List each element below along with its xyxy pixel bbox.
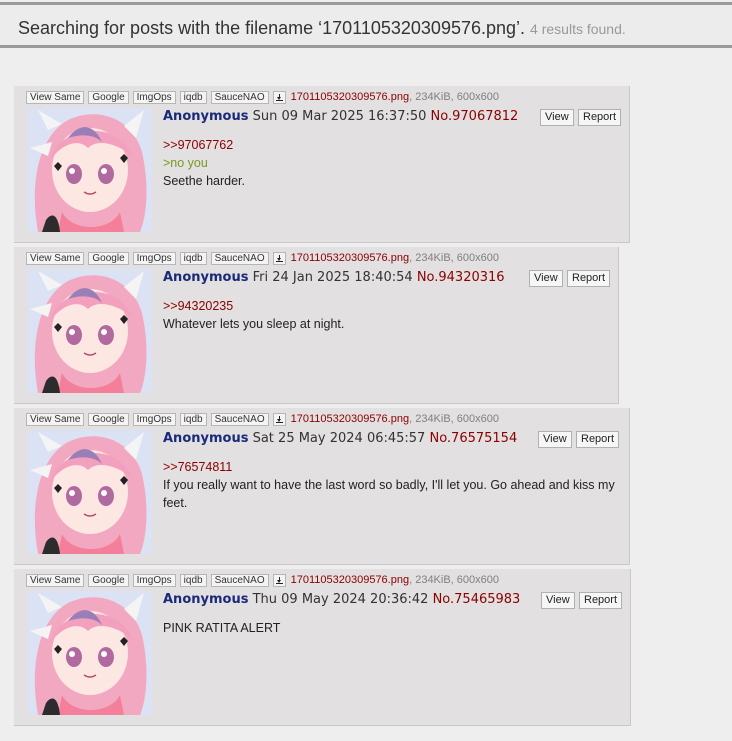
- reply-link[interactable]: >>94320235: [163, 297, 344, 315]
- iqdb-link[interactable]: iqdb: [179, 413, 207, 426]
- greentext: >no you: [163, 156, 208, 170]
- post-body: >>97067762 >no you Seethe harder.: [163, 136, 245, 190]
- view-same-link[interactable]: View Same: [26, 574, 85, 587]
- iqdb-link[interactable]: iqdb: [179, 574, 207, 587]
- post-body: PINK RATITA ALERT: [163, 619, 280, 637]
- saucenao-link[interactable]: SauceNAO: [210, 91, 269, 104]
- poster-name: Anonymous: [163, 592, 249, 607]
- report-button[interactable]: Report: [576, 431, 620, 448]
- download-icon[interactable]: [272, 252, 286, 265]
- view-same-link[interactable]: View Same: [26, 413, 85, 426]
- saucenao-link[interactable]: SauceNAO: [210, 413, 269, 426]
- filename-link[interactable]: 1701105320309576.png: [291, 91, 409, 103]
- download-icon[interactable]: [272, 91, 286, 104]
- file-info-bar: View Same Google ImgOps iqdb SauceNAO 1701105…: [26, 574, 499, 588]
- report-button[interactable]: Report: [579, 592, 623, 609]
- download-icon[interactable]: [272, 574, 286, 587]
- post-body: >>94320235 Whatever lets you sleep at ni…: [163, 297, 344, 333]
- file-meta: , 234KiB, 600x600: [409, 413, 499, 425]
- file-info-bar: View Same Google ImgOps iqdb SauceNAO 1701105…: [26, 252, 499, 266]
- file-info-bar: View Same Google ImgOps iqdb SauceNAO 1701105…: [26, 91, 499, 105]
- poster-name: Anonymous: [163, 270, 249, 285]
- saucenao-link[interactable]: SauceNAO: [210, 574, 269, 587]
- file-info-bar: View Same Google ImgOps iqdb SauceNAO 1701105…: [26, 413, 499, 427]
- google-link[interactable]: Google: [88, 574, 129, 587]
- view-button[interactable]: View: [538, 431, 572, 448]
- post-thumbnail[interactable]: [28, 108, 152, 232]
- saucenao-link[interactable]: SauceNAO: [210, 252, 269, 265]
- view-button[interactable]: View: [540, 109, 574, 126]
- post-number[interactable]: No.75465983: [433, 592, 521, 607]
- view-button[interactable]: View: [529, 270, 563, 287]
- file-meta: , 234KiB, 600x600: [409, 574, 499, 586]
- post-thumbnail[interactable]: [28, 269, 152, 393]
- post-thumbnail[interactable]: [28, 430, 152, 554]
- post-date: Sat 25 May 2024 06:45:57: [252, 431, 426, 446]
- report-button[interactable]: Report: [578, 109, 622, 126]
- results-count: 4 results found.: [530, 21, 626, 37]
- imgops-link[interactable]: ImgOps: [132, 413, 176, 426]
- search-header: Searching for posts with the filename ‘1…: [0, 2, 732, 48]
- post-number[interactable]: No.97067812: [431, 109, 519, 124]
- post-number[interactable]: No.94320316: [417, 270, 505, 285]
- view-same-link[interactable]: View Same: [26, 252, 85, 265]
- post-text: PINK RATITA ALERT: [163, 621, 281, 635]
- imgops-link[interactable]: ImgOps: [132, 91, 176, 104]
- post-text: Seethe harder.: [163, 174, 246, 188]
- post-header: Anonymous Sat 25 May 2024 06:45:57 No.76…: [163, 431, 517, 446]
- post: View Same Google ImgOps iqdb SauceNAO 1701105…: [14, 247, 619, 404]
- google-link[interactable]: Google: [88, 252, 129, 265]
- post-date: Sun 09 Mar 2025 16:37:50: [252, 109, 427, 124]
- poster-name: Anonymous: [163, 109, 249, 124]
- post-header: Anonymous Thu 09 May 2024 20:36:42 No.75…: [163, 592, 520, 607]
- post-text: Whatever lets you sleep at night.: [163, 317, 345, 331]
- filename-link[interactable]: 1701105320309576.png: [291, 252, 409, 264]
- file-meta: , 234KiB, 600x600: [409, 91, 499, 103]
- post-body: >>76574811 If you really want to have th…: [163, 458, 618, 512]
- poster-name: Anonymous: [163, 431, 249, 446]
- iqdb-link[interactable]: iqdb: [179, 252, 207, 265]
- post-date: Fri 24 Jan 2025 18:40:54: [252, 270, 413, 285]
- filename-link[interactable]: 1701105320309576.png: [291, 574, 409, 586]
- search-summary: Searching for posts with the filename ‘1…: [18, 18, 626, 39]
- file-meta: , 234KiB, 600x600: [409, 252, 499, 264]
- google-link[interactable]: Google: [88, 91, 129, 104]
- view-same-link[interactable]: View Same: [26, 91, 85, 104]
- post: View Same Google ImgOps iqdb SauceNAO 1701105…: [14, 86, 630, 243]
- post-date: Thu 09 May 2024 20:36:42: [252, 592, 429, 607]
- post: View Same Google ImgOps iqdb SauceNAO 1701105…: [14, 569, 631, 726]
- download-icon[interactable]: [272, 413, 286, 426]
- imgops-link[interactable]: ImgOps: [132, 574, 176, 587]
- post-number[interactable]: No.76575154: [429, 431, 517, 446]
- post: View Same Google ImgOps iqdb SauceNAO 1701105…: [14, 408, 630, 565]
- view-button[interactable]: View: [541, 592, 575, 609]
- reply-link[interactable]: >>76574811: [163, 458, 618, 476]
- iqdb-link[interactable]: iqdb: [179, 91, 207, 104]
- post-thumbnail[interactable]: [28, 591, 152, 715]
- post-header: Anonymous Fri 24 Jan 2025 18:40:54 No.94…: [163, 270, 505, 285]
- filename-link[interactable]: 1701105320309576.png: [291, 413, 409, 425]
- imgops-link[interactable]: ImgOps: [132, 252, 176, 265]
- search-query-text: Searching for posts with the filename ‘1…: [18, 18, 526, 38]
- google-link[interactable]: Google: [88, 413, 129, 426]
- reply-link[interactable]: >>97067762: [163, 136, 245, 154]
- post-header: Anonymous Sun 09 Mar 2025 16:37:50 No.97…: [163, 109, 518, 124]
- post-text: If you really want to have the last word…: [163, 478, 615, 510]
- report-button[interactable]: Report: [567, 270, 611, 287]
